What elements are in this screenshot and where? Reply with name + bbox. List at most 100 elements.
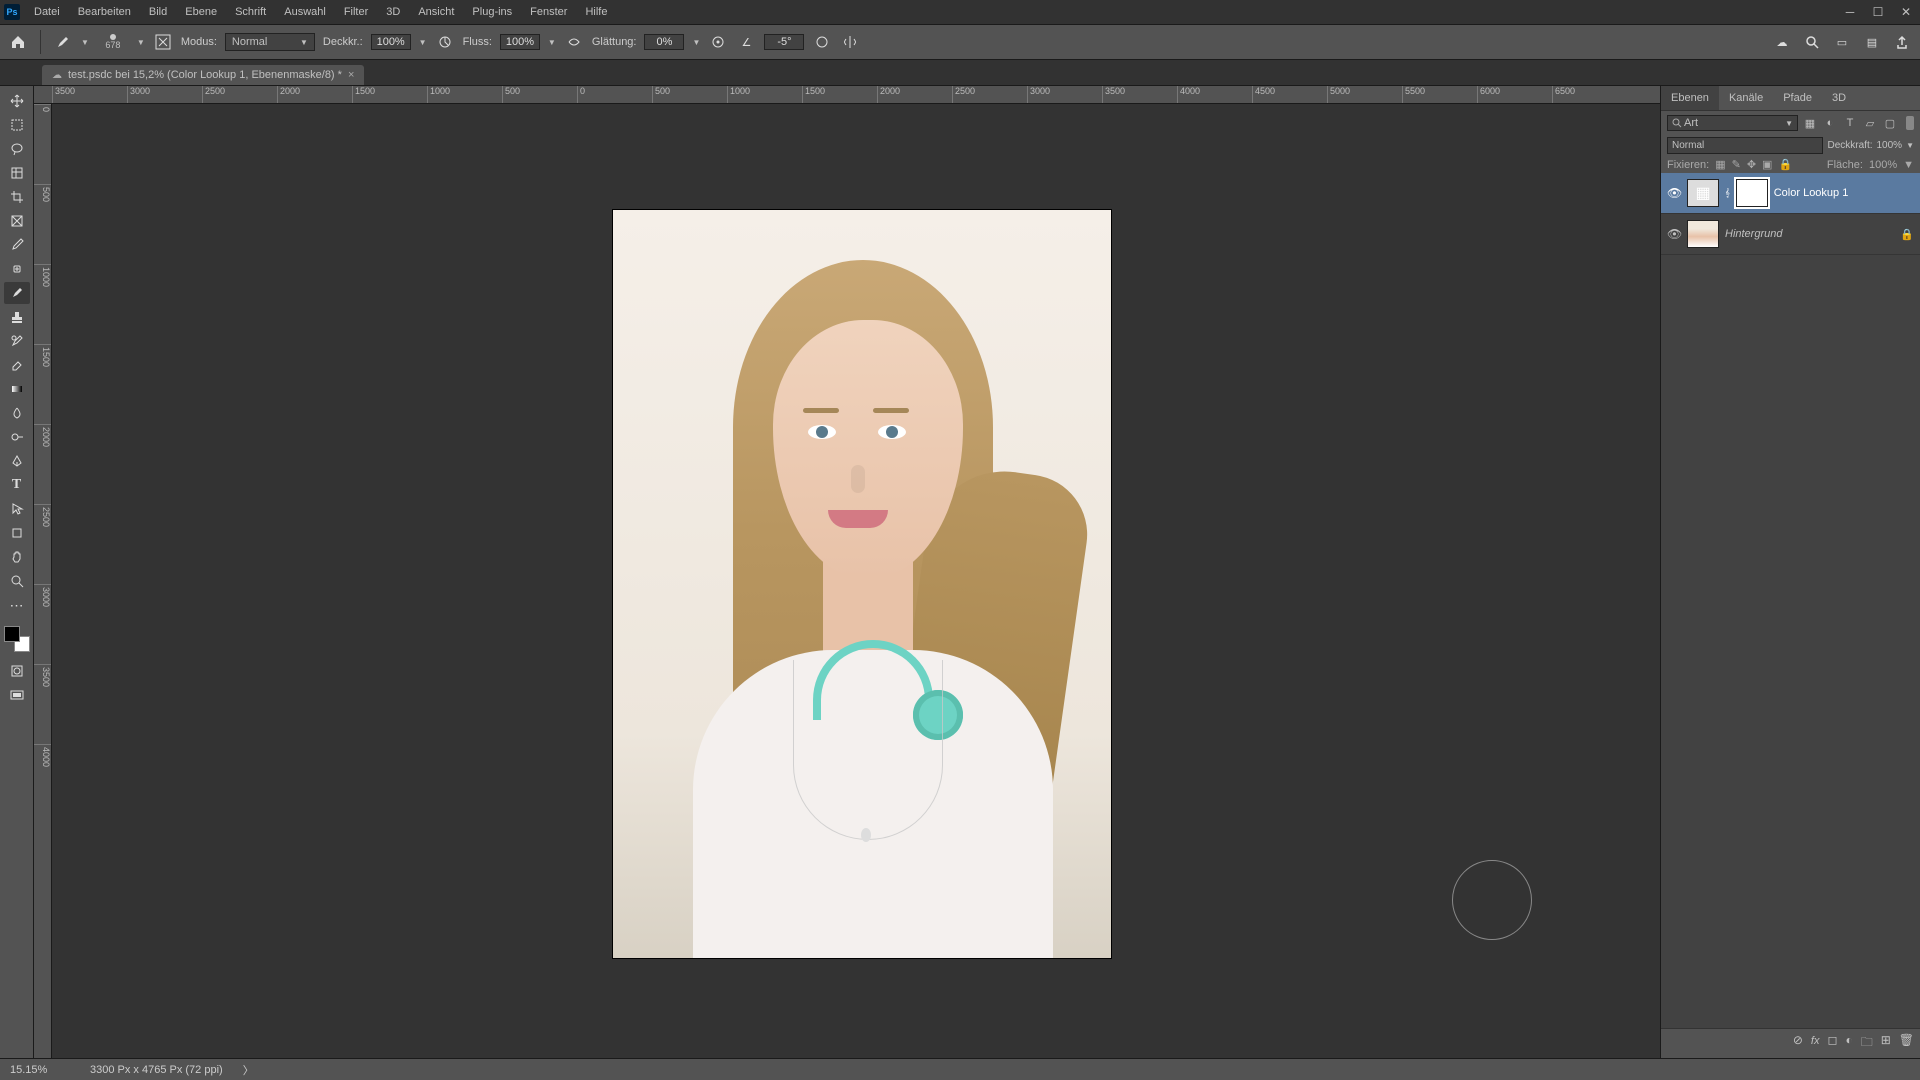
share-icon[interactable]: [1892, 32, 1912, 52]
smoothing-dropdown[interactable]: ▼: [692, 38, 700, 47]
crop-tool[interactable]: [4, 186, 30, 208]
arrange-docs-icon[interactable]: ▭: [1832, 32, 1852, 52]
more-tools[interactable]: ⋯: [4, 594, 30, 616]
stamp-tool[interactable]: [4, 306, 30, 328]
menu-datei[interactable]: Datei: [26, 4, 68, 20]
minimize-button[interactable]: ─: [1840, 4, 1860, 20]
layer-thumbnail[interactable]: [1687, 220, 1719, 248]
brush-tool-icon[interactable]: [53, 32, 73, 52]
menu-fenster[interactable]: Fenster: [522, 4, 575, 20]
brush-preset-picker[interactable]: 678: [97, 28, 129, 56]
filter-pixel-icon[interactable]: ▦: [1802, 115, 1818, 131]
lock-paint-icon[interactable]: ✎: [1732, 158, 1741, 171]
layer-opacity-value[interactable]: 100%: [1877, 140, 1903, 151]
doc-info[interactable]: 3300 Px x 4765 Px (72 ppi): [90, 1064, 223, 1076]
brush-settings-icon[interactable]: [153, 32, 173, 52]
color-swatches[interactable]: [4, 626, 30, 652]
menu-ebene[interactable]: Ebene: [177, 4, 225, 20]
eraser-tool[interactable]: [4, 354, 30, 376]
brush-tool[interactable]: [4, 282, 30, 304]
menu-bearbeiten[interactable]: Bearbeiten: [70, 4, 139, 20]
layer-visibility-icon[interactable]: 👁: [1667, 186, 1681, 200]
blur-tool[interactable]: [4, 402, 30, 424]
home-icon[interactable]: [8, 32, 28, 52]
menu-bild[interactable]: Bild: [141, 4, 175, 20]
search-icon[interactable]: [1802, 32, 1822, 52]
panel-tab-ebenen[interactable]: Ebenen: [1661, 86, 1719, 110]
history-brush-tool[interactable]: [4, 330, 30, 352]
lock-icon[interactable]: 🔒: [1900, 228, 1914, 241]
filter-smart-icon[interactable]: ▢: [1882, 115, 1898, 131]
layer-kind-filter[interactable]: Art ▼: [1667, 115, 1798, 131]
gradient-tool[interactable]: [4, 378, 30, 400]
menu-filter[interactable]: Filter: [336, 4, 376, 20]
ruler-vertical[interactable]: 05001000150020002500300035004000: [34, 104, 52, 1058]
lasso-tool[interactable]: [4, 138, 30, 160]
layer-group-icon[interactable]: 🗀: [1861, 1033, 1873, 1054]
canvas[interactable]: [52, 104, 1660, 1058]
flow-input[interactable]: [500, 34, 540, 50]
menu-schrift[interactable]: Schrift: [227, 4, 274, 20]
flow-dropdown[interactable]: ▼: [548, 38, 556, 47]
layer-visibility-icon[interactable]: 👁: [1667, 227, 1681, 241]
screenmode-tool[interactable]: [4, 684, 30, 706]
delete-layer-icon[interactable]: 🗑: [1899, 1033, 1914, 1054]
layer-thumbnail[interactable]: ▦: [1687, 179, 1719, 207]
shape-tool[interactable]: [4, 522, 30, 544]
eyedropper-tool[interactable]: [4, 234, 30, 256]
menu-hilfe[interactable]: Hilfe: [577, 4, 615, 20]
pressure-size-icon[interactable]: [812, 32, 832, 52]
dodge-tool[interactable]: [4, 426, 30, 448]
smoothing-input[interactable]: [644, 34, 684, 50]
layer-blend-mode[interactable]: Normal: [1667, 137, 1823, 154]
opacity-input[interactable]: [371, 34, 411, 50]
pressure-opacity-icon[interactable]: [435, 32, 455, 52]
close-button[interactable]: ✕: [1896, 4, 1916, 20]
layer-name[interactable]: Color Lookup 1: [1774, 187, 1914, 199]
foreground-color[interactable]: [4, 626, 20, 642]
frame-tool[interactable]: [4, 210, 30, 232]
type-tool[interactable]: T: [4, 474, 30, 496]
opacity-dropdown[interactable]: ▼: [419, 38, 427, 47]
move-tool[interactable]: [4, 90, 30, 112]
zoom-tool[interactable]: [4, 570, 30, 592]
menu-plug-ins[interactable]: Plug-ins: [464, 4, 520, 20]
layer-fx-icon[interactable]: fx: [1811, 1033, 1820, 1054]
adjustment-layer-icon[interactable]: ◐: [1845, 1033, 1852, 1054]
selection-tool[interactable]: [4, 162, 30, 184]
zoom-level[interactable]: 15.15%: [10, 1064, 70, 1076]
tool-preset-dropdown[interactable]: ▼: [81, 38, 89, 47]
angle-input[interactable]: [764, 34, 804, 50]
path-selection-tool[interactable]: [4, 498, 30, 520]
menu-auswahl[interactable]: Auswahl: [276, 4, 334, 20]
marquee-tool[interactable]: [4, 114, 30, 136]
symmetry-icon[interactable]: [840, 32, 860, 52]
quickmask-tool[interactable]: [4, 660, 30, 682]
layer-name[interactable]: Hintergrund: [1725, 228, 1894, 240]
blend-mode-dropdown[interactable]: Normal ▼: [225, 33, 315, 51]
filter-toggle[interactable]: [1906, 116, 1914, 130]
document-image[interactable]: [612, 209, 1112, 959]
panel-tab-pfade[interactable]: Pfade: [1773, 86, 1822, 110]
doc-info-menu[interactable]: 〉: [243, 1062, 254, 1078]
cloud-docs-icon[interactable]: ☁: [1772, 32, 1792, 52]
filter-adjustment-icon[interactable]: ◐: [1822, 115, 1838, 131]
panel-tab-3d[interactable]: 3D: [1822, 86, 1856, 110]
filter-type-icon[interactable]: T: [1842, 115, 1858, 131]
airbrush-icon[interactable]: [564, 32, 584, 52]
layer-mask-thumbnail[interactable]: [1736, 179, 1768, 207]
lock-position-icon[interactable]: ✥: [1747, 158, 1756, 171]
layer-mask-icon[interactable]: ◻: [1827, 1033, 1837, 1054]
lock-all-icon[interactable]: 🔒: [1778, 158, 1792, 171]
layer-row[interactable]: 👁 Hintergrund 🔒: [1661, 214, 1920, 255]
lock-artboard-icon[interactable]: ▣: [1762, 158, 1772, 171]
pen-tool[interactable]: [4, 450, 30, 472]
maximize-button[interactable]: ☐: [1868, 4, 1888, 20]
document-tab[interactable]: ☁ test.psdc bei 15,2% (Color Lookup 1, E…: [42, 65, 364, 85]
angle-icon[interactable]: ∠: [736, 32, 756, 52]
healing-tool[interactable]: [4, 258, 30, 280]
ruler-horizontal[interactable]: 3500300025002000150010005000500100015002…: [34, 86, 1660, 104]
smoothing-options-icon[interactable]: [708, 32, 728, 52]
filter-shape-icon[interactable]: ▱: [1862, 115, 1878, 131]
menu-3d[interactable]: 3D: [378, 4, 408, 20]
